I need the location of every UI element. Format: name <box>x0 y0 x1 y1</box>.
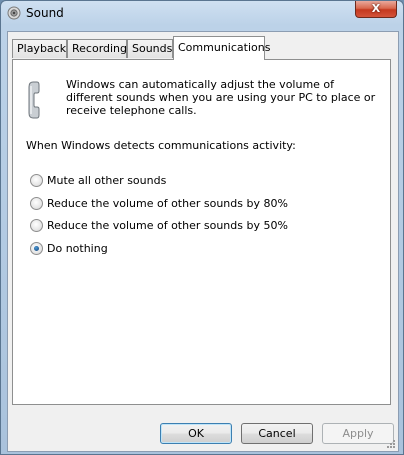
tab-communications[interactable]: Communications <box>173 36 270 60</box>
activity-group-label: When Windows detects communications acti… <box>26 139 296 152</box>
radio-button-selected[interactable] <box>30 242 43 255</box>
communications-description: Windows can automatically adjust the vol… <box>66 78 376 117</box>
close-icon: X <box>371 2 381 15</box>
tab-label: Communications <box>178 41 271 54</box>
communications-panel: Windows can automatically adjust the vol… <box>12 59 391 405</box>
dialog-client-area: Playback Recording Sounds Communications… <box>7 31 399 452</box>
cancel-button[interactable]: Cancel <box>241 423 313 444</box>
telephone-handset-icon <box>28 81 40 119</box>
radio-button[interactable] <box>30 219 43 232</box>
tab-label: Playback <box>17 42 67 55</box>
option-label: Reduce the volume of other sounds by 80% <box>47 197 288 210</box>
title-bar[interactable]: Sound X <box>1 1 403 27</box>
radio-button[interactable] <box>30 197 43 210</box>
option-label: Mute all other sounds <box>47 174 167 187</box>
option-label: Do nothing <box>47 242 108 255</box>
option-label: Reduce the volume of other sounds by 50% <box>47 219 288 232</box>
radio-dot-icon <box>34 246 39 251</box>
tab-sounds[interactable]: Sounds <box>127 39 173 58</box>
sound-dialog: Sound X Playback Recording Sounds Commun… <box>0 0 404 455</box>
ok-button[interactable]: OK <box>160 423 232 444</box>
tab-label: Recording <box>72 42 128 55</box>
resize-grip-icon[interactable] <box>386 439 396 449</box>
tab-label: Sounds <box>132 42 173 55</box>
close-button[interactable]: X <box>355 1 397 18</box>
radio-button[interactable] <box>30 174 43 187</box>
apply-button: Apply <box>322 423 394 444</box>
window-title: Sound <box>26 6 64 20</box>
speaker-icon <box>7 6 21 20</box>
tab-playback[interactable]: Playback <box>12 39 67 58</box>
tab-recording[interactable]: Recording <box>67 39 127 58</box>
